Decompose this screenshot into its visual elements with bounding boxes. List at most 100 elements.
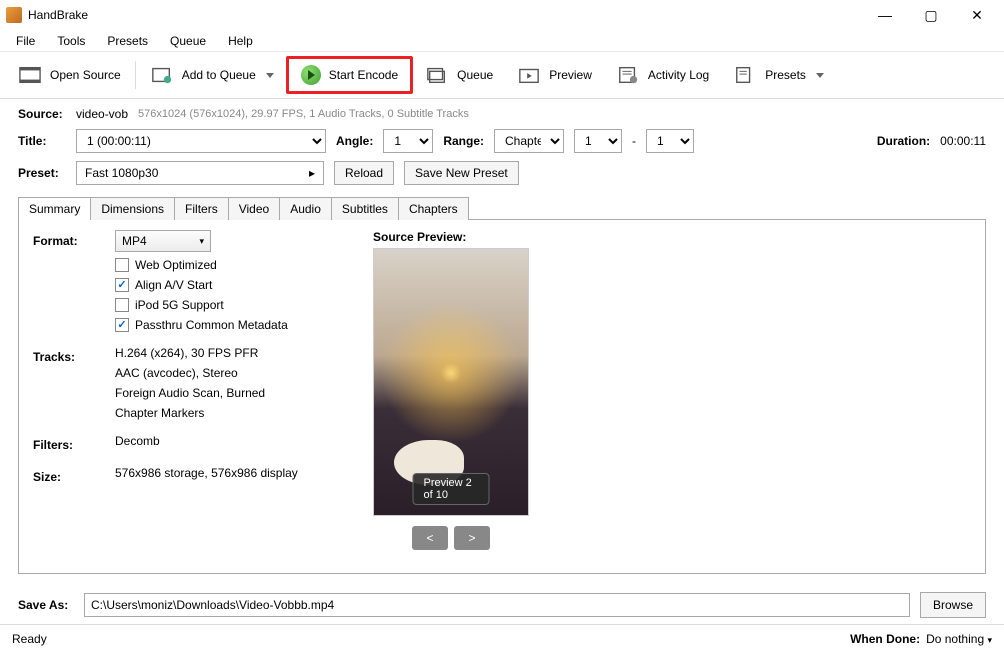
status-ready: Ready	[12, 632, 850, 646]
open-source-button[interactable]: Open Source	[6, 58, 133, 92]
presets-button[interactable]: Presets	[721, 58, 836, 92]
filters-value: Decomb	[115, 434, 333, 448]
tab-summary[interactable]: Summary	[18, 197, 91, 220]
chevron-down-icon: ▾	[199, 236, 204, 247]
save-as-input[interactable]	[84, 593, 910, 617]
when-done-label: When Done:	[850, 632, 920, 646]
browse-button[interactable]: Browse	[920, 592, 986, 618]
when-done-select[interactable]: Do nothing ▾	[926, 632, 992, 646]
toolbar: Open Source Add to Queue Start Encode Qu…	[0, 52, 1004, 99]
source-name: video-vob	[76, 107, 128, 121]
chevron-down-icon	[266, 73, 274, 78]
queue-label: Queue	[457, 68, 493, 82]
menu-presets[interactable]: Presets	[97, 32, 158, 50]
tab-chapters[interactable]: Chapters	[398, 197, 469, 220]
track-line: Chapter Markers	[115, 406, 333, 420]
source-info: 576x1024 (576x1024), 29.97 FPS, 1 Audio …	[138, 108, 469, 120]
chevron-down-icon	[816, 73, 824, 78]
title-label: Title:	[18, 134, 66, 148]
preview-image: Preview 2 of 10	[373, 248, 529, 516]
web-optimized-label: Web Optimized	[135, 258, 217, 272]
log-icon	[616, 64, 640, 86]
size-label: Size:	[33, 466, 103, 484]
range-label: Range:	[443, 134, 484, 148]
title-select[interactable]: 1 (00:00:11)	[76, 129, 326, 153]
film-icon	[18, 64, 42, 86]
status-bar: Ready When Done: Do nothing ▾	[0, 624, 1004, 652]
menu-queue[interactable]: Queue	[160, 32, 216, 50]
range-to-select[interactable]: 1	[646, 129, 694, 153]
track-line: AAC (avcodec), Stereo	[115, 366, 333, 380]
chevron-down-icon: ▾	[987, 635, 992, 645]
preview-button[interactable]: Preview	[505, 58, 604, 92]
range-from-select[interactable]: 1	[574, 129, 622, 153]
preview-prev-button[interactable]: <	[412, 526, 448, 550]
ipod-label: iPod 5G Support	[135, 298, 224, 312]
close-button[interactable]: ✕	[954, 0, 1000, 30]
tracks-label: Tracks:	[33, 346, 103, 364]
preview-label: Preview	[549, 68, 592, 82]
chevron-right-icon: ▸	[309, 166, 315, 180]
preview-next-button[interactable]: >	[454, 526, 490, 550]
tab-filters[interactable]: Filters	[174, 197, 229, 220]
queue-button[interactable]: Queue	[413, 58, 505, 92]
save-as-label: Save As:	[18, 598, 74, 612]
preview-icon	[517, 64, 541, 86]
menu-bar: File Tools Presets Queue Help	[0, 30, 1004, 52]
track-line: H.264 (x264), 30 FPS PFR	[115, 346, 333, 360]
title-row: Title: 1 (00:00:11) Angle: 1 Range: Chap…	[18, 129, 986, 153]
activity-log-button[interactable]: Activity Log	[604, 58, 721, 92]
tab-video[interactable]: Video	[228, 197, 280, 220]
range-dash: -	[632, 134, 636, 148]
save-new-preset-button[interactable]: Save New Preset	[404, 161, 519, 185]
maximize-button[interactable]: ▢	[908, 0, 954, 30]
app-icon	[6, 7, 22, 23]
passthru-label: Passthru Common Metadata	[135, 318, 288, 332]
tab-audio[interactable]: Audio	[279, 197, 332, 220]
activity-log-label: Activity Log	[648, 68, 709, 82]
source-row: Source: video-vob 576x1024 (576x1024), 2…	[18, 107, 986, 121]
menu-tools[interactable]: Tools	[47, 32, 95, 50]
window-title: HandBrake	[28, 8, 862, 22]
format-label: Format:	[33, 230, 103, 248]
align-av-checkbox[interactable]	[115, 278, 129, 292]
add-to-queue-button[interactable]: Add to Queue	[138, 58, 286, 92]
web-optimized-checkbox[interactable]	[115, 258, 129, 272]
duration-value: 00:00:11	[940, 134, 986, 148]
duration-label: Duration:	[877, 134, 930, 148]
align-av-label: Align A/V Start	[135, 278, 212, 292]
separator	[135, 61, 136, 89]
range-type-select[interactable]: Chapters	[494, 129, 564, 153]
save-as-row: Save As: Browse	[18, 592, 986, 618]
open-source-label: Open Source	[50, 68, 121, 82]
picture-add-icon	[150, 64, 174, 86]
start-encode-button[interactable]: Start Encode	[286, 56, 413, 94]
tab-panel-summary: Format: MP4 ▾ Web Optimized Align A/V St…	[18, 219, 986, 574]
ipod-checkbox[interactable]	[115, 298, 129, 312]
start-encode-label: Start Encode	[329, 68, 398, 82]
title-bar: HandBrake — ▢ ✕	[0, 0, 1004, 30]
tab-dimensions[interactable]: Dimensions	[90, 197, 175, 220]
angle-select[interactable]: 1	[383, 129, 433, 153]
size-value: 576x986 storage, 576x986 display	[115, 466, 333, 480]
angle-label: Angle:	[336, 134, 373, 148]
preset-value: Fast 1080p30	[85, 166, 158, 180]
preset-row: Preset: Fast 1080p30 ▸ Reload Save New P…	[18, 161, 986, 185]
tab-subtitles[interactable]: Subtitles	[331, 197, 399, 220]
passthru-checkbox[interactable]	[115, 318, 129, 332]
minimize-button[interactable]: —	[862, 0, 908, 30]
tab-strip: Summary Dimensions Filters Video Audio S…	[18, 197, 986, 220]
presets-label: Presets	[765, 68, 806, 82]
queue-icon	[425, 64, 449, 86]
menu-file[interactable]: File	[6, 32, 45, 50]
preset-select[interactable]: Fast 1080p30 ▸	[76, 161, 324, 185]
source-label: Source:	[18, 107, 66, 121]
play-icon	[301, 65, 321, 85]
format-value: MP4	[122, 234, 147, 248]
format-select[interactable]: MP4 ▾	[115, 230, 211, 252]
filters-label: Filters:	[33, 434, 103, 452]
menu-help[interactable]: Help	[218, 32, 263, 50]
reload-button[interactable]: Reload	[334, 161, 394, 185]
track-line: Foreign Audio Scan, Burned	[115, 386, 333, 400]
source-preview-label: Source Preview:	[373, 230, 529, 244]
